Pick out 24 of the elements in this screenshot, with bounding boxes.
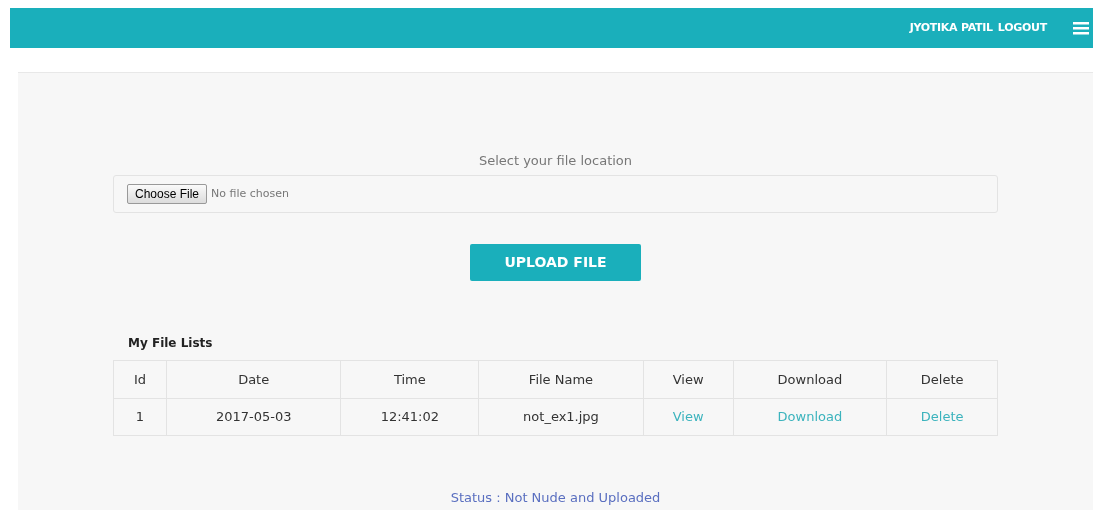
view-link[interactable]: View [672, 407, 704, 427]
table-cell: not_ex1.jpg [478, 399, 643, 435]
table-cell-text: 1 [134, 408, 146, 427]
delete-link[interactable]: Delete [920, 407, 964, 427]
menu-icon[interactable] [1073, 21, 1089, 35]
upload-button[interactable]: UPLOAD FILE [470, 244, 641, 281]
table-cell: 12:41:02 [340, 399, 479, 435]
column-header: Time [340, 361, 479, 398]
file-status: No file chosen [211, 185, 289, 202]
column-header: File Name [478, 361, 643, 398]
column-header: Date [165, 361, 341, 398]
column-header: Delete [886, 361, 997, 398]
upload-label: Select your file location [478, 152, 633, 170]
file-input[interactable]: Choose File No file chosen [113, 175, 998, 213]
status-message: Status : Not Nude and Uploaded [450, 490, 661, 506]
column-header: Id [132, 370, 147, 389]
user-name: JYOTIKA PATIL [909, 19, 993, 36]
download-link[interactable]: Download [777, 407, 843, 427]
column-header: Download [732, 361, 887, 398]
file-list-title: My File Lists [128, 335, 214, 352]
column-header: View [642, 361, 733, 398]
choose-file-button[interactable]: Choose File [127, 184, 208, 204]
logout-link[interactable]: LOGOUT [997, 19, 1047, 37]
table-cell: 2017-05-03 [165, 399, 341, 435]
